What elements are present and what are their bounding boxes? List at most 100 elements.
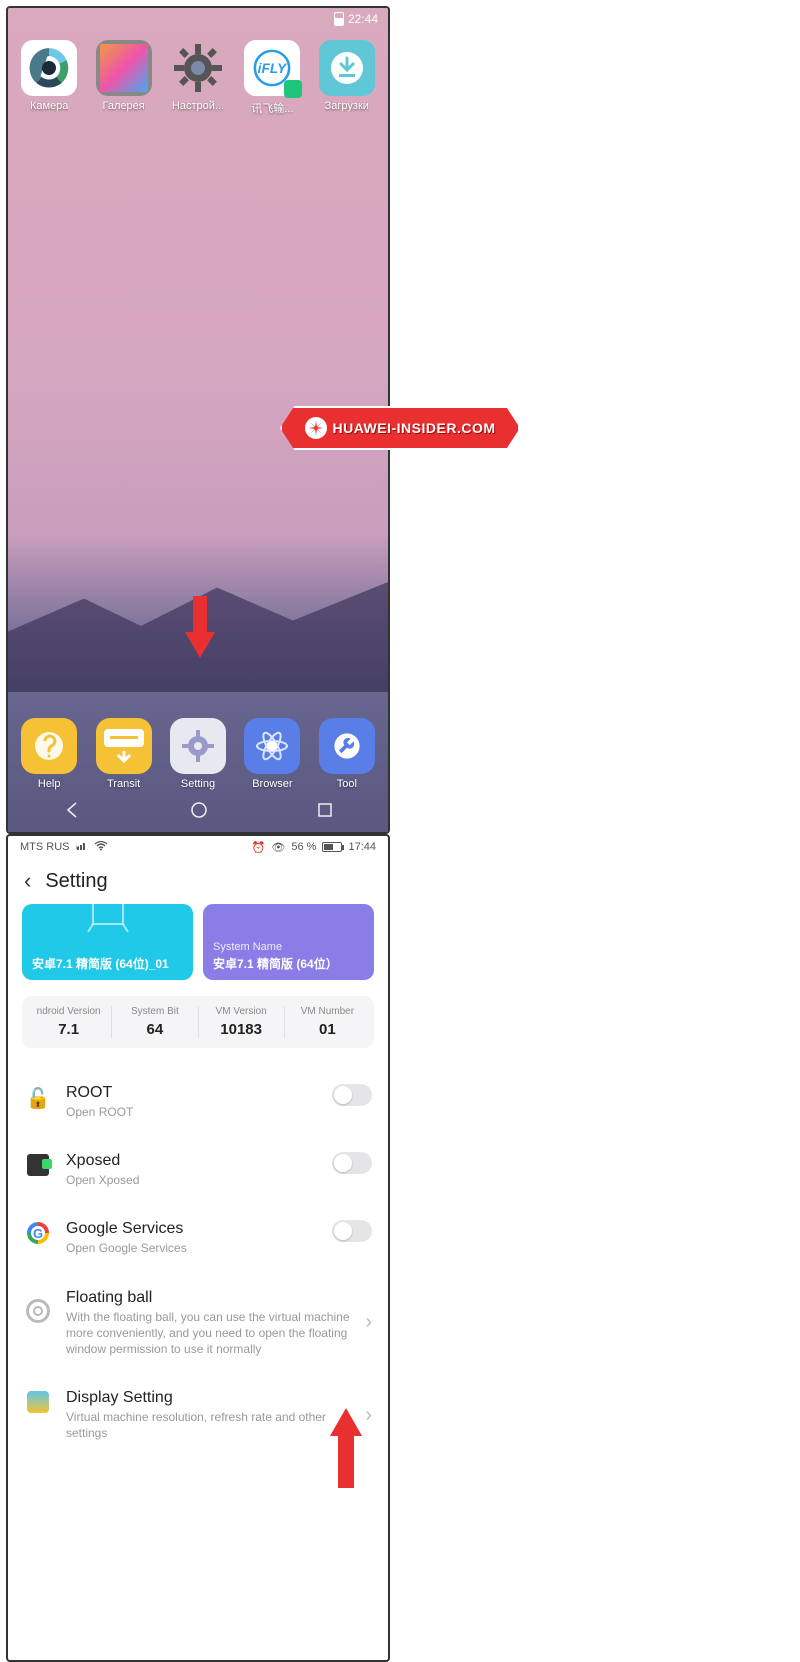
dock-label: Browser xyxy=(252,778,292,790)
transit-icon xyxy=(96,718,152,774)
card-text: 安卓7.1 精简版 (64位)_01 xyxy=(32,955,183,972)
chevron-right-icon: › xyxy=(365,1404,372,1427)
app-settings[interactable]: Настрой... xyxy=(165,40,231,116)
app-gallery[interactable]: Галерея xyxy=(90,40,156,116)
wifi-icon xyxy=(94,841,108,854)
alarm-icon: ⏰ xyxy=(252,841,266,854)
nav-home[interactable] xyxy=(189,800,209,825)
dock-label: Tool xyxy=(337,778,357,790)
xposed-icon xyxy=(24,1154,52,1176)
info-android-version: ndroid Version 7.1 xyxy=(26,1006,112,1038)
toggle-xposed[interactable] xyxy=(332,1152,372,1174)
card-current-system[interactable]: 安卓7.1 精简版 (64位)_01 xyxy=(22,904,193,980)
card-label: System Name xyxy=(213,941,364,953)
toggle-google[interactable] xyxy=(332,1220,372,1242)
badge-icon xyxy=(284,80,302,98)
status-bar: MTS RUS ▫ ⏰ 👁 56 % 17:44 xyxy=(8,836,388,858)
app-camera[interactable]: Камера xyxy=(16,40,82,116)
setting-sub: With the floating ball, you can use the … xyxy=(66,1309,351,1358)
nav-recent[interactable] xyxy=(316,801,334,824)
info-value: 7.1 xyxy=(30,1021,107,1038)
display-icon xyxy=(24,1391,52,1413)
gallery-icon xyxy=(96,40,152,96)
status-bar: 22:44 xyxy=(8,8,388,30)
carrier-label: MTS RUS xyxy=(20,841,70,853)
nav-bar xyxy=(8,792,388,832)
info-label: ndroid Version xyxy=(30,1006,107,1017)
battery-icon xyxy=(322,842,342,852)
wrench-icon xyxy=(319,718,375,774)
camera-icon xyxy=(21,40,77,96)
svg-text:iFLY: iFLY xyxy=(258,61,289,76)
lock-open-icon: 🔓 xyxy=(24,1086,52,1111)
setting-root[interactable]: 🔓 ROOT Open ROOT xyxy=(24,1068,372,1136)
dock-setting[interactable]: Setting xyxy=(165,718,231,790)
info-value: 10183 xyxy=(203,1021,280,1038)
app-label: Настрой... xyxy=(172,100,224,112)
battery-icon xyxy=(334,12,344,26)
card-text: 安卓7.1 精简版 (64位） xyxy=(213,955,364,972)
gear-icon xyxy=(170,40,226,96)
ifly-icon: iFLY xyxy=(244,40,300,96)
dock-help[interactable]: Help xyxy=(16,718,82,790)
dock-transit[interactable]: Transit xyxy=(90,718,156,790)
setting-sub: Open ROOT xyxy=(66,1104,318,1120)
back-button[interactable]: ‹ xyxy=(24,868,31,894)
system-info-strip: ndroid Version 7.1 System Bit 64 VM Vers… xyxy=(22,996,374,1048)
nav-back[interactable] xyxy=(62,800,82,825)
app-ifly[interactable]: iFLY 讯飞输... xyxy=(239,40,305,116)
browser-icon xyxy=(244,718,300,774)
status-time: 17:44 xyxy=(348,841,376,853)
gear-icon xyxy=(170,718,226,774)
info-label: VM Number xyxy=(289,1006,366,1017)
info-label: VM Version xyxy=(203,1006,280,1017)
arrow-pointer-up xyxy=(330,1408,362,1488)
huawei-logo-icon xyxy=(305,417,327,439)
app-label: Загрузки xyxy=(325,100,369,112)
info-system-bit: System Bit 64 xyxy=(112,1006,198,1038)
arrow-pointer-down xyxy=(185,596,215,658)
phone-settings: MTS RUS ▫ ⏰ 👁 56 % 17:44 ‹ Setting 安卓7.1… xyxy=(6,834,390,1662)
info-vm-version: VM Version 10183 xyxy=(199,1006,285,1038)
floating-ball-icon xyxy=(24,1299,52,1323)
app-label: Камера xyxy=(30,100,68,112)
status-time: 22:44 xyxy=(348,12,378,26)
setting-sub: Open Xposed xyxy=(66,1172,318,1188)
app-downloads[interactable]: Загрузки xyxy=(314,40,380,116)
setting-title: Floating ball xyxy=(66,1289,351,1307)
setting-google-services[interactable]: Google Services Open Google Services xyxy=(24,1204,372,1272)
battery-pct: 56 % xyxy=(291,841,316,853)
app-label: 讯飞输... xyxy=(251,100,293,116)
setting-xposed[interactable]: Xposed Open Xposed xyxy=(24,1136,372,1204)
dock: Help Transit Setting Browser xyxy=(8,718,388,790)
settings-list: 🔓 ROOT Open ROOT Xposed Open Xposed Goog… xyxy=(8,1068,388,1442)
system-cards: 安卓7.1 精简版 (64位)_01 System Name 安卓7.1 精简版… xyxy=(8,904,388,988)
signal-icon: ▫ xyxy=(76,841,89,854)
help-icon xyxy=(21,718,77,774)
toggle-root[interactable] xyxy=(332,1084,372,1106)
setting-title: ROOT xyxy=(66,1084,318,1102)
setting-title: Xposed xyxy=(66,1152,318,1170)
watermark-badge: HUAWEI-INSIDER.COM xyxy=(280,406,520,450)
chevron-right-icon: › xyxy=(365,1311,372,1334)
card-system-name[interactable]: System Name 安卓7.1 精简版 (64位） xyxy=(203,904,374,980)
app-grid: Камера Галерея Настрой... iFLY 讯飞输... xyxy=(8,30,388,126)
info-value: 01 xyxy=(289,1021,366,1038)
dock-tool[interactable]: Tool xyxy=(314,718,380,790)
eye-icon: 👁 xyxy=(271,841,285,854)
page-header: ‹ Setting xyxy=(8,858,388,904)
dock-label: Setting xyxy=(181,778,215,790)
info-value: 64 xyxy=(116,1021,193,1038)
info-label: System Bit xyxy=(116,1006,193,1017)
app-label: Галерея xyxy=(103,100,145,112)
setting-floating-ball[interactable]: Floating ball With the floating ball, yo… xyxy=(24,1273,372,1374)
watermark-text: HUAWEI-INSIDER.COM xyxy=(333,420,496,436)
dock-label: Transit xyxy=(107,778,140,790)
google-icon xyxy=(24,1222,52,1244)
setting-title: Display Setting xyxy=(66,1389,351,1407)
dock-browser[interactable]: Browser xyxy=(239,718,305,790)
setting-sub: Virtual machine resolution, refresh rate… xyxy=(66,1409,351,1441)
setting-display[interactable]: Display Setting Virtual machine resoluti… xyxy=(24,1373,372,1441)
page-title: Setting xyxy=(45,870,107,893)
info-vm-number: VM Number 01 xyxy=(285,1006,370,1038)
